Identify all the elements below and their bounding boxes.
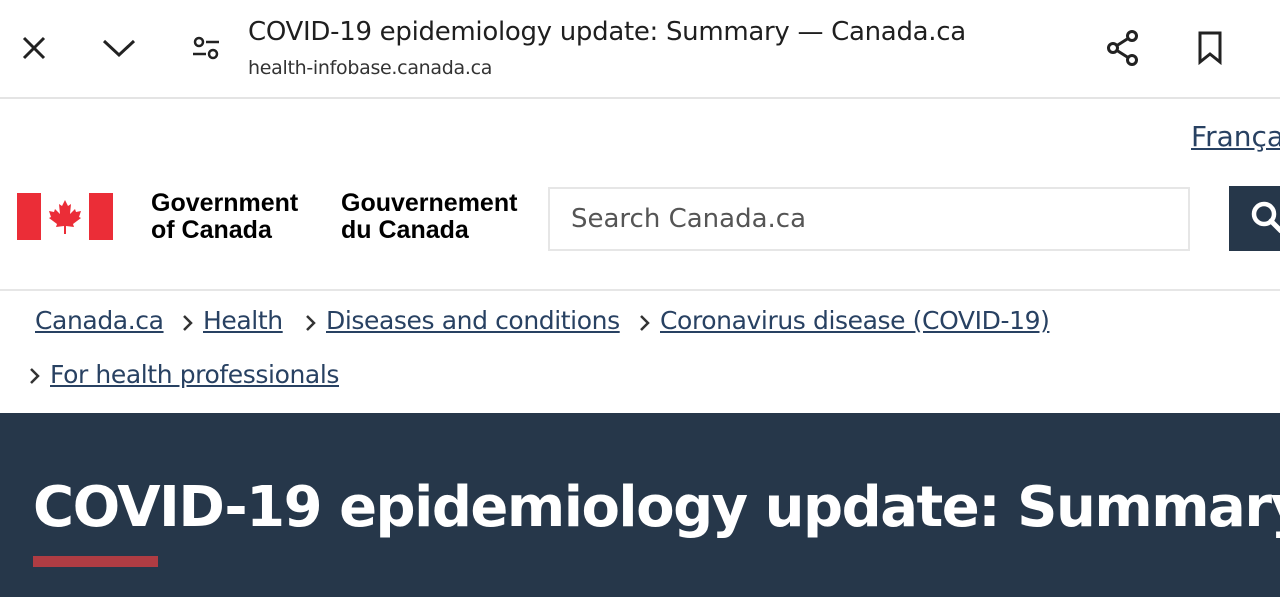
signature-fr-line-1: Gouvernement bbox=[341, 189, 518, 217]
breadcrumb-link-diseases-and-conditions[interactable]: Diseases and conditions bbox=[326, 306, 620, 335]
page-title: COVID-19 epidemiology update: Summary — … bbox=[248, 17, 966, 47]
bookmark-icon bbox=[1198, 31, 1222, 65]
heading-accent-bar bbox=[33, 556, 158, 567]
site-settings-button[interactable] bbox=[186, 28, 226, 68]
canada-flag-icon[interactable] bbox=[17, 193, 113, 240]
breadcrumb-link-health[interactable]: Health bbox=[203, 306, 283, 335]
search-button[interactable] bbox=[1229, 186, 1280, 251]
collapse-button[interactable] bbox=[99, 28, 139, 68]
chevron-right-icon bbox=[30, 368, 40, 384]
share-icon bbox=[1107, 30, 1138, 66]
close-icon bbox=[22, 36, 46, 60]
signature-en-line-1: Government bbox=[151, 189, 299, 217]
page-heading: COVID-19 epidemiology update: Summary bbox=[33, 475, 1280, 540]
header-divider bbox=[0, 289, 1280, 291]
tune-icon bbox=[193, 36, 219, 60]
share-button[interactable] bbox=[1103, 28, 1143, 68]
page-hero-banner: COVID-19 epidemiology update: Summary bbox=[0, 413, 1280, 597]
search-input[interactable] bbox=[548, 187, 1190, 251]
breadcrumb-link-for-health-professionals[interactable]: For health professionals bbox=[50, 360, 339, 389]
language-toggle-link[interactable]: Français bbox=[1191, 120, 1280, 153]
breadcrumb-link-coronavirus-disease[interactable]: Coronavirus disease (COVID-19) bbox=[660, 306, 1050, 335]
government-of-canada-signature-en: Government of Canada bbox=[151, 190, 298, 244]
chevron-right-icon bbox=[640, 315, 650, 331]
government-of-canada-signature-fr: Gouvernement du Canada bbox=[341, 190, 517, 244]
bookmark-button[interactable] bbox=[1190, 28, 1230, 68]
breadcrumb-link-canada-ca[interactable]: Canada.ca bbox=[35, 306, 164, 335]
search-icon bbox=[1251, 201, 1280, 233]
close-button[interactable] bbox=[14, 28, 54, 68]
page-url[interactable]: health-infobase.canada.ca bbox=[248, 57, 492, 79]
signature-fr-line-2: du Canada bbox=[341, 216, 469, 244]
chevron-right-icon bbox=[183, 315, 193, 331]
chevron-right-icon bbox=[306, 315, 316, 331]
signature-en-line-2: of Canada bbox=[151, 216, 272, 244]
browser-toolbar: COVID-19 epidemiology update: Summary — … bbox=[0, 0, 1280, 99]
chevron-down-icon bbox=[102, 39, 136, 58]
